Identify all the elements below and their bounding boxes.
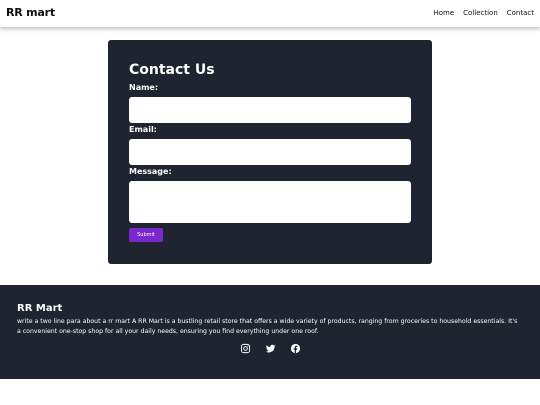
email-input[interactable] (129, 139, 411, 165)
navbar: RR mart Home Collection Contact (0, 0, 540, 27)
message-textarea[interactable] (129, 181, 411, 223)
submit-button[interactable]: Submit (129, 228, 163, 242)
message-label: Message: (129, 167, 172, 176)
name-input[interactable] (129, 97, 411, 123)
instagram-icon[interactable] (240, 343, 251, 354)
footer-title: RR Mart (17, 303, 63, 314)
contact-form-card: Contact Us Name: Email: Message: Submit (108, 40, 432, 264)
footer-description: write a two line para about a rr mart A … (17, 318, 518, 335)
nav-link-home[interactable]: Home (433, 9, 454, 17)
contact-form-title: Contact Us (129, 62, 215, 78)
footer: RR Mart write a two line para about a rr… (0, 285, 540, 379)
facebook-icon[interactable] (290, 343, 301, 354)
nav-links: Home Collection Contact (433, 9, 534, 17)
name-label: Name: (129, 83, 159, 92)
brand-logo[interactable]: RR mart (6, 6, 55, 19)
twitter-icon[interactable] (265, 343, 276, 354)
nav-link-collection[interactable]: Collection (463, 9, 498, 17)
social-links (0, 343, 540, 354)
email-label: Email: (129, 125, 157, 134)
nav-link-contact[interactable]: Contact (507, 9, 534, 17)
